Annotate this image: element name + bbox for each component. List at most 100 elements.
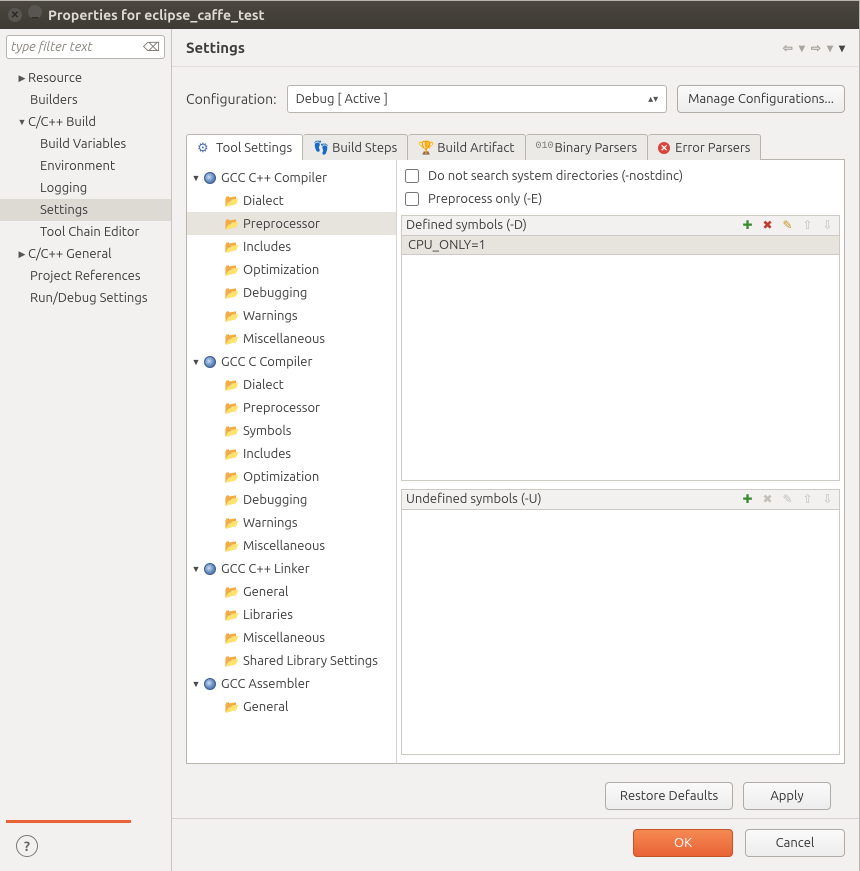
tab-build-steps[interactable]: 👣Build Steps xyxy=(303,134,408,160)
back-icon[interactable]: ⇦ xyxy=(783,41,793,55)
move-down-icon[interactable]: ⇩ xyxy=(820,218,835,233)
folder-icon: 📂 xyxy=(225,700,239,714)
move-down-icon[interactable]: ⇩ xyxy=(820,492,835,507)
properties-dialog: ✕ _ Properties for eclipse_caffe_test ty… xyxy=(0,0,860,871)
tool-tree-item-symbols[interactable]: 📂Symbols xyxy=(187,419,396,442)
tool-tree-item-shared-library-settings[interactable]: 📂Shared Library Settings xyxy=(187,649,396,672)
error-icon: ✕ xyxy=(658,142,670,154)
sidebar-item-label: Run/Debug Settings xyxy=(30,291,147,305)
clear-filter-icon[interactable]: ⌫ xyxy=(143,40,160,54)
folder-icon: 📂 xyxy=(225,654,239,668)
compiler-icon xyxy=(203,677,217,691)
defined-symbol-row[interactable]: CPU_ONLY=1 xyxy=(402,236,839,255)
sidebar-item-project-references[interactable]: Project References xyxy=(0,265,171,287)
tool-tree-item-includes[interactable]: 📂Includes xyxy=(187,442,396,465)
nostdinc-checkbox[interactable] xyxy=(405,169,419,183)
forward-icon[interactable]: ⇨ xyxy=(811,41,821,55)
tree-item-label: Warnings xyxy=(243,309,298,323)
tool-tree-item-preprocessor[interactable]: 📂Preprocessor xyxy=(187,396,396,419)
folder-icon: 📂 xyxy=(225,447,239,461)
close-icon[interactable]: ✕ xyxy=(8,8,22,22)
tool-tree-item-debugging[interactable]: 📂Debugging xyxy=(187,488,396,511)
tree-item-label: GCC Assembler xyxy=(221,677,310,691)
preprocess-only-checkbox[interactable] xyxy=(405,192,419,206)
expand-icon: ▶ xyxy=(16,73,28,84)
tool-tree-item-miscellaneous[interactable]: 📂Miscellaneous xyxy=(187,534,396,557)
nostdinc-checkbox-row[interactable]: Do not search system directories (-nostd… xyxy=(399,164,842,187)
tool-tree-item-general[interactable]: 📂General xyxy=(187,580,396,603)
tree-item-label: Libraries xyxy=(243,608,293,622)
manage-configurations-button[interactable]: Manage Configurations... xyxy=(677,85,845,113)
expand-icon: ▼ xyxy=(189,357,203,367)
tab-label: Binary Parsers xyxy=(555,141,638,155)
ok-button[interactable]: OK xyxy=(633,829,733,857)
configuration-combo[interactable]: Debug [ Active ] ▴▾ xyxy=(287,85,668,113)
preprocess-only-checkbox-row[interactable]: Preprocess only (-E) xyxy=(399,187,842,210)
tool-tree-item-general[interactable]: 📂General xyxy=(187,695,396,718)
tab-error-parsers[interactable]: ✕Error Parsers xyxy=(648,134,761,160)
tab-tool-settings[interactable]: ⚙Tool Settings xyxy=(186,134,303,160)
preprocessor-options: Do not search system directories (-nostd… xyxy=(397,160,844,763)
tree-item-label: Dialect xyxy=(243,378,284,392)
tool-tree-item-optimization[interactable]: 📂Optimization xyxy=(187,465,396,488)
defined-symbols-list[interactable]: CPU_ONLY=1 xyxy=(402,236,839,480)
sidebar-item-run-debug-settings[interactable]: Run/Debug Settings xyxy=(0,287,171,309)
tree-item-label: GCC C Compiler xyxy=(221,355,312,369)
sidebar-item-c-c-build[interactable]: ▼C/C++ Build xyxy=(0,111,171,133)
remove-symbol-icon[interactable]: ✖ xyxy=(760,218,775,233)
tree-item-label: General xyxy=(243,585,288,599)
sidebar-item-label: Logging xyxy=(40,181,87,195)
tool-tree-item-gcc-c-compiler[interactable]: ▼GCC C++ Compiler xyxy=(187,166,396,189)
tool-tree-item-miscellaneous[interactable]: 📂Miscellaneous xyxy=(187,626,396,649)
move-up-icon[interactable]: ⇧ xyxy=(800,492,815,507)
undefined-symbols-list[interactable] xyxy=(402,510,839,754)
tool-tree-item-optimization[interactable]: 📂Optimization xyxy=(187,258,396,281)
move-up-icon[interactable]: ⇧ xyxy=(800,218,815,233)
tool-tree-item-warnings[interactable]: 📂Warnings xyxy=(187,304,396,327)
sidebar-item-settings[interactable]: Settings xyxy=(0,199,171,221)
tool-tree-item-gcc-c-compiler[interactable]: ▼ GCC C Compiler xyxy=(187,350,396,373)
tab-build-artifact[interactable]: 🏆Build Artifact xyxy=(408,134,525,160)
tool-tree-item-gcc-assembler[interactable]: ▼GCC Assembler xyxy=(187,672,396,695)
sidebar-item-builders[interactable]: Builders xyxy=(0,89,171,111)
tool-tree-item-miscellaneous[interactable]: 📂 Miscellaneous xyxy=(187,327,396,350)
sidebar-item-logging[interactable]: Logging xyxy=(0,177,171,199)
apply-button[interactable]: Apply xyxy=(743,782,831,810)
sidebar-item-build-variables[interactable]: Build Variables xyxy=(0,133,171,155)
tool-tree-item-includes[interactable]: 📂Includes xyxy=(187,235,396,258)
sidebar-item-environment[interactable]: Environment xyxy=(0,155,171,177)
folder-icon: 📂 xyxy=(225,332,239,346)
menu-icon[interactable]: ▾ xyxy=(839,41,845,55)
forward-menu-icon[interactable]: ▾ xyxy=(827,41,833,55)
sidebar-item-label: Build Variables xyxy=(40,137,126,151)
tool-tree-item-preprocessor[interactable]: 📂Preprocessor xyxy=(187,212,396,235)
tree-item-label: Optimization xyxy=(243,263,319,277)
filter-input[interactable]: type filter text ⌫ xyxy=(6,35,165,59)
tree-item-label: Optimization xyxy=(243,470,319,484)
edit-symbol-icon[interactable]: ✎ xyxy=(780,218,795,233)
sidebar-item-c-c-general[interactable]: ▶C/C++ General xyxy=(0,243,171,265)
add-symbol-icon[interactable]: ✚ xyxy=(740,218,755,233)
sidebar-item-tool-chain-editor[interactable]: Tool Chain Editor xyxy=(0,221,171,243)
help-icon[interactable]: ? xyxy=(16,835,38,857)
tool-tree-item-warnings[interactable]: 📂Warnings xyxy=(187,511,396,534)
add-symbol-icon[interactable]: ✚ xyxy=(740,492,755,507)
tree-item-label: Miscellaneous xyxy=(243,332,325,346)
tool-tree-item-dialect[interactable]: 📂Dialect xyxy=(187,373,396,396)
tool-tree-item-debugging[interactable]: 📂Debugging xyxy=(187,281,396,304)
minimize-icon[interactable]: _ xyxy=(28,5,42,19)
configuration-row: Configuration: Debug [ Active ] ▴▾ Manag… xyxy=(186,77,845,133)
sidebar-item-label: Resource xyxy=(28,71,82,85)
sidebar-item-resource[interactable]: ▶Resource xyxy=(0,67,171,89)
back-menu-icon[interactable]: ▾ xyxy=(799,41,805,55)
tool-tree-item-libraries[interactable]: 📂Libraries xyxy=(187,603,396,626)
edit-symbol-icon[interactable]: ✎ xyxy=(780,492,795,507)
restore-defaults-button[interactable]: Restore Defaults xyxy=(605,782,733,810)
preprocess-only-label: Preprocess only (-E) xyxy=(428,192,542,206)
remove-symbol-icon[interactable]: ✖ xyxy=(760,492,775,507)
tool-tree-item-dialect[interactable]: 📂Dialect xyxy=(187,189,396,212)
compiler-icon xyxy=(203,171,217,185)
tool-tree-item-gcc-c-linker[interactable]: ▼GCC C++ Linker xyxy=(187,557,396,580)
cancel-button[interactable]: Cancel xyxy=(745,829,845,857)
tab-binary-parsers[interactable]: 010Binary Parsers xyxy=(526,134,649,160)
